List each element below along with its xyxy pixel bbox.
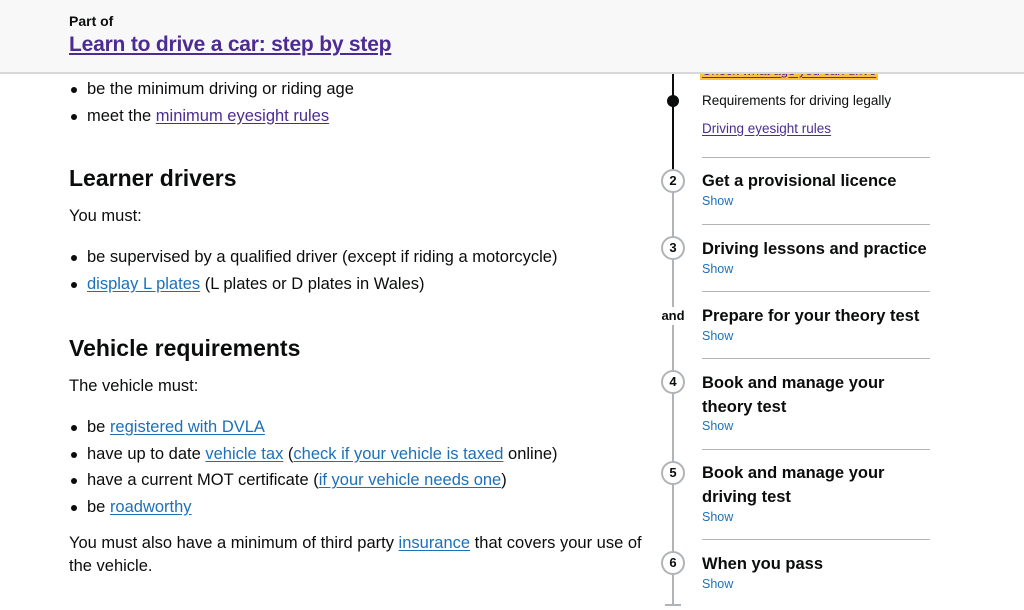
step-title[interactable]: When you pass [702, 553, 932, 577]
step-title[interactable]: Driving lessons and practice [702, 238, 932, 262]
part-of-label: Part of [69, 13, 114, 29]
list-item: have a current MOT certificate (if your … [69, 467, 649, 494]
step-divider [702, 358, 930, 359]
step-divider [702, 224, 930, 225]
list-item: display L plates (L plates or D plates i… [69, 271, 649, 298]
step-by-step-nav: Check what age you can drive Requirement… [650, 62, 950, 610]
step-divider [702, 539, 930, 540]
step-show-toggle[interactable]: Show [702, 419, 733, 433]
list-item: have up to date vehicle tax (check if yo… [69, 441, 649, 468]
step-show-toggle[interactable]: Show [702, 329, 733, 343]
vehicle-tax-link[interactable]: vehicle tax [205, 445, 283, 463]
roadworthy-link[interactable]: roadworthy [110, 498, 192, 516]
step-show-toggle[interactable]: Show [702, 577, 733, 591]
eyesight-rules-link[interactable]: minimum eyesight rules [156, 107, 329, 125]
step-and-label: and [660, 307, 686, 325]
vehicle-list: be registered with DVLA have up to date … [69, 414, 649, 520]
list-item: be supervised by a qualified driver (exc… [69, 244, 649, 271]
learner-lead: You must: [69, 207, 142, 225]
step-by-step-title-link[interactable]: Learn to drive a car: step by step [69, 33, 392, 57]
step-divider [702, 449, 930, 450]
mot-needed-link[interactable]: if your vehicle needs one [319, 471, 502, 489]
step-number-5: 5 [661, 461, 685, 485]
step-title[interactable]: Book and manage your driving test [702, 462, 932, 509]
current-step-dot-icon [667, 95, 679, 107]
registered-dvla-link[interactable]: registered with DVLA [110, 418, 265, 436]
step-divider [702, 157, 930, 158]
timeline-active-line [672, 74, 674, 170]
step-title[interactable]: Book and manage your theory test [702, 372, 932, 419]
main-content: be the minimum driving or riding age mee… [69, 74, 649, 578]
step-divider [702, 291, 930, 292]
vehicle-lead: The vehicle must: [69, 377, 199, 395]
intro-list: be the minimum driving or riding age mee… [69, 76, 649, 129]
step-title[interactable]: Get a provisional licence [702, 170, 932, 194]
step-number-4: 4 [661, 370, 685, 394]
list-item: be the minimum driving or riding age [69, 76, 649, 103]
check-vehicle-taxed-link[interactable]: check if your vehicle is taxed [293, 445, 503, 463]
list-item: be registered with DVLA [69, 414, 649, 441]
timeline-end [665, 604, 681, 606]
insurance-link[interactable]: insurance [399, 534, 471, 552]
step-show-toggle[interactable]: Show [702, 194, 733, 208]
step-number-3: 3 [661, 236, 685, 260]
driving-eyesight-rules-link[interactable]: Driving eyesight rules [702, 121, 831, 136]
learner-drivers-heading: Learner drivers [69, 165, 237, 191]
vehicle-requirements-heading: Vehicle requirements [69, 335, 301, 361]
l-plates-link[interactable]: display L plates [87, 275, 200, 293]
list-item: be roadworthy [69, 494, 649, 521]
sticky-header: Part of Learn to drive a car: step by st… [0, 0, 1024, 74]
insurance-paragraph: You must also have a minimum of third pa… [69, 534, 642, 575]
current-item: Requirements for driving legally [702, 93, 892, 108]
step-show-toggle[interactable]: Show [702, 262, 733, 276]
step-show-toggle[interactable]: Show [702, 510, 733, 524]
step-number-6: 6 [661, 551, 685, 575]
list-item: meet the minimum eyesight rules [69, 103, 649, 130]
step-number-2: 2 [661, 169, 685, 193]
step-title[interactable]: Prepare for your theory test [702, 305, 932, 329]
learner-list: be supervised by a qualified driver (exc… [69, 244, 649, 297]
